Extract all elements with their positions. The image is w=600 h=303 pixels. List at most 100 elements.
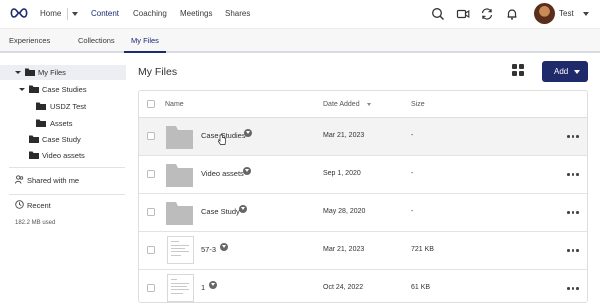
chevron-down-icon[interactable] [72,12,78,16]
nav-divider [67,8,68,20]
more-options-icon[interactable] [567,287,579,290]
file-size: - [411,208,414,215]
nav-content[interactable]: Content [91,9,119,18]
select-all-checkbox[interactable] [147,100,155,108]
sidebar-item-label: Assets [50,119,73,128]
download-icon[interactable] [244,129,252,137]
tab-experiences[interactable]: Experiences [9,36,50,45]
table-row[interactable]: Video assets Sep 1, 2020 - [139,156,587,194]
sidebar-item-label: My Files [38,68,66,77]
sidebar-divider [9,194,125,195]
sidebar-item-case-studies[interactable]: Case Studies [0,82,126,97]
date-added: Mar 21, 2023 [323,132,365,139]
files-table: Name Date Added Size Case Studies Mar 21… [138,90,588,303]
sidebar-item-my-files[interactable]: My Files [0,65,126,80]
sidebar-item-label: USDZ Test [50,102,87,111]
clock-icon [15,200,24,209]
more-options-icon[interactable] [567,211,579,214]
more-options-icon[interactable] [567,249,579,252]
column-name[interactable]: Name [165,101,184,108]
row-checkbox[interactable] [147,284,155,292]
add-button-label: Add [554,67,569,76]
sidebar-item-usdz-test[interactable]: USDZ Test [0,99,126,114]
file-name[interactable]: 57-3 [201,245,216,254]
folder-icon [25,68,35,76]
download-icon[interactable] [220,243,228,251]
download-icon[interactable] [239,205,247,213]
tab-bar: Experiences Collections My Files [0,29,600,53]
top-navigation: Home Content Coaching Meetings Shares Te… [0,0,600,29]
file-name[interactable]: Video assets [201,169,244,178]
mouse-cursor-icon [218,134,226,145]
file-thumbnail [167,274,194,302]
nav-home[interactable]: Home [40,9,61,18]
table-row[interactable]: Case Study May 28, 2020 - [139,194,587,232]
table-row[interactable]: Case Studies Mar 21, 2023 - [139,118,587,156]
file-size: - [411,170,414,177]
storage-used: 182.2 MB used [15,220,56,226]
avatar[interactable] [534,3,555,24]
table-row[interactable]: 57-3 Mar 21, 2023 721 KB [139,232,587,270]
add-button[interactable]: Add [542,61,588,82]
chevron-down-icon [574,70,580,74]
chevron-down-icon[interactable] [19,88,25,91]
sidebar-divider [9,167,125,168]
nav-coaching[interactable]: Coaching [133,9,167,18]
bell-icon[interactable] [505,7,519,21]
folder-icon [166,202,193,225]
sidebar-item-label: Case Studies [42,85,87,94]
date-added: May 28, 2020 [323,208,366,215]
date-added: Sep 1, 2020 [323,170,361,177]
date-added: Mar 21, 2023 [323,246,365,253]
table-row[interactable]: 1 Oct 24, 2022 61 KB [139,270,587,302]
file-thumbnail [167,236,194,264]
logo-icon[interactable] [9,7,29,19]
chevron-down-icon[interactable] [15,71,21,74]
user-name[interactable]: Test [559,9,574,18]
row-checkbox[interactable] [147,132,155,140]
folder-icon [29,135,39,143]
grid-view-icon[interactable] [512,64,525,77]
sidebar-item-label: Video assets [42,151,85,160]
sync-icon[interactable] [480,7,494,21]
file-size: 721 KB [411,246,434,253]
sidebar-item-shared[interactable]: Shared with me [27,176,79,185]
more-options-icon[interactable] [567,135,579,138]
shared-users-icon [15,175,24,184]
active-tab-indicator [124,51,166,53]
sort-down-icon[interactable] [367,103,371,106]
nav-meetings[interactable]: Meetings [180,9,212,18]
file-name[interactable]: Case Study [201,207,240,216]
chevron-down-icon[interactable] [583,12,589,16]
sidebar-item-recent[interactable]: Recent [27,201,51,210]
folder-icon [36,119,46,127]
file-size: 61 KB [411,284,431,291]
column-date-added[interactable]: Date Added [323,101,360,108]
sidebar-item-video-assets[interactable]: Video assets [0,148,126,163]
search-icon[interactable] [431,7,445,21]
row-checkbox[interactable] [147,170,155,178]
folder-icon [36,102,46,110]
table-header: Name Date Added Size [139,91,587,118]
video-camera-icon[interactable] [456,7,470,21]
date-added: Oct 24, 2022 [323,284,364,291]
folder-icon [29,85,39,93]
column-size: Size [411,101,425,108]
file-size: - [411,132,414,139]
tab-my-files[interactable]: My Files [131,36,159,45]
folder-icon [166,164,193,187]
download-icon[interactable] [243,167,251,175]
row-checkbox[interactable] [147,246,155,254]
folder-icon [166,126,193,149]
sidebar-item-case-study[interactable]: Case Study [0,132,126,147]
sidebar-item-assets[interactable]: Assets [0,116,126,131]
page-title: My Files [138,66,178,78]
sidebar-item-label: Case Study [42,135,81,144]
row-checkbox[interactable] [147,208,155,216]
download-icon[interactable] [209,281,217,289]
more-options-icon[interactable] [567,173,579,176]
file-name[interactable]: 1 [201,283,205,292]
tab-collections[interactable]: Collections [78,36,115,45]
nav-shares[interactable]: Shares [225,9,250,18]
sidebar: My Files Case Studies USDZ Test Assets C… [0,55,131,303]
